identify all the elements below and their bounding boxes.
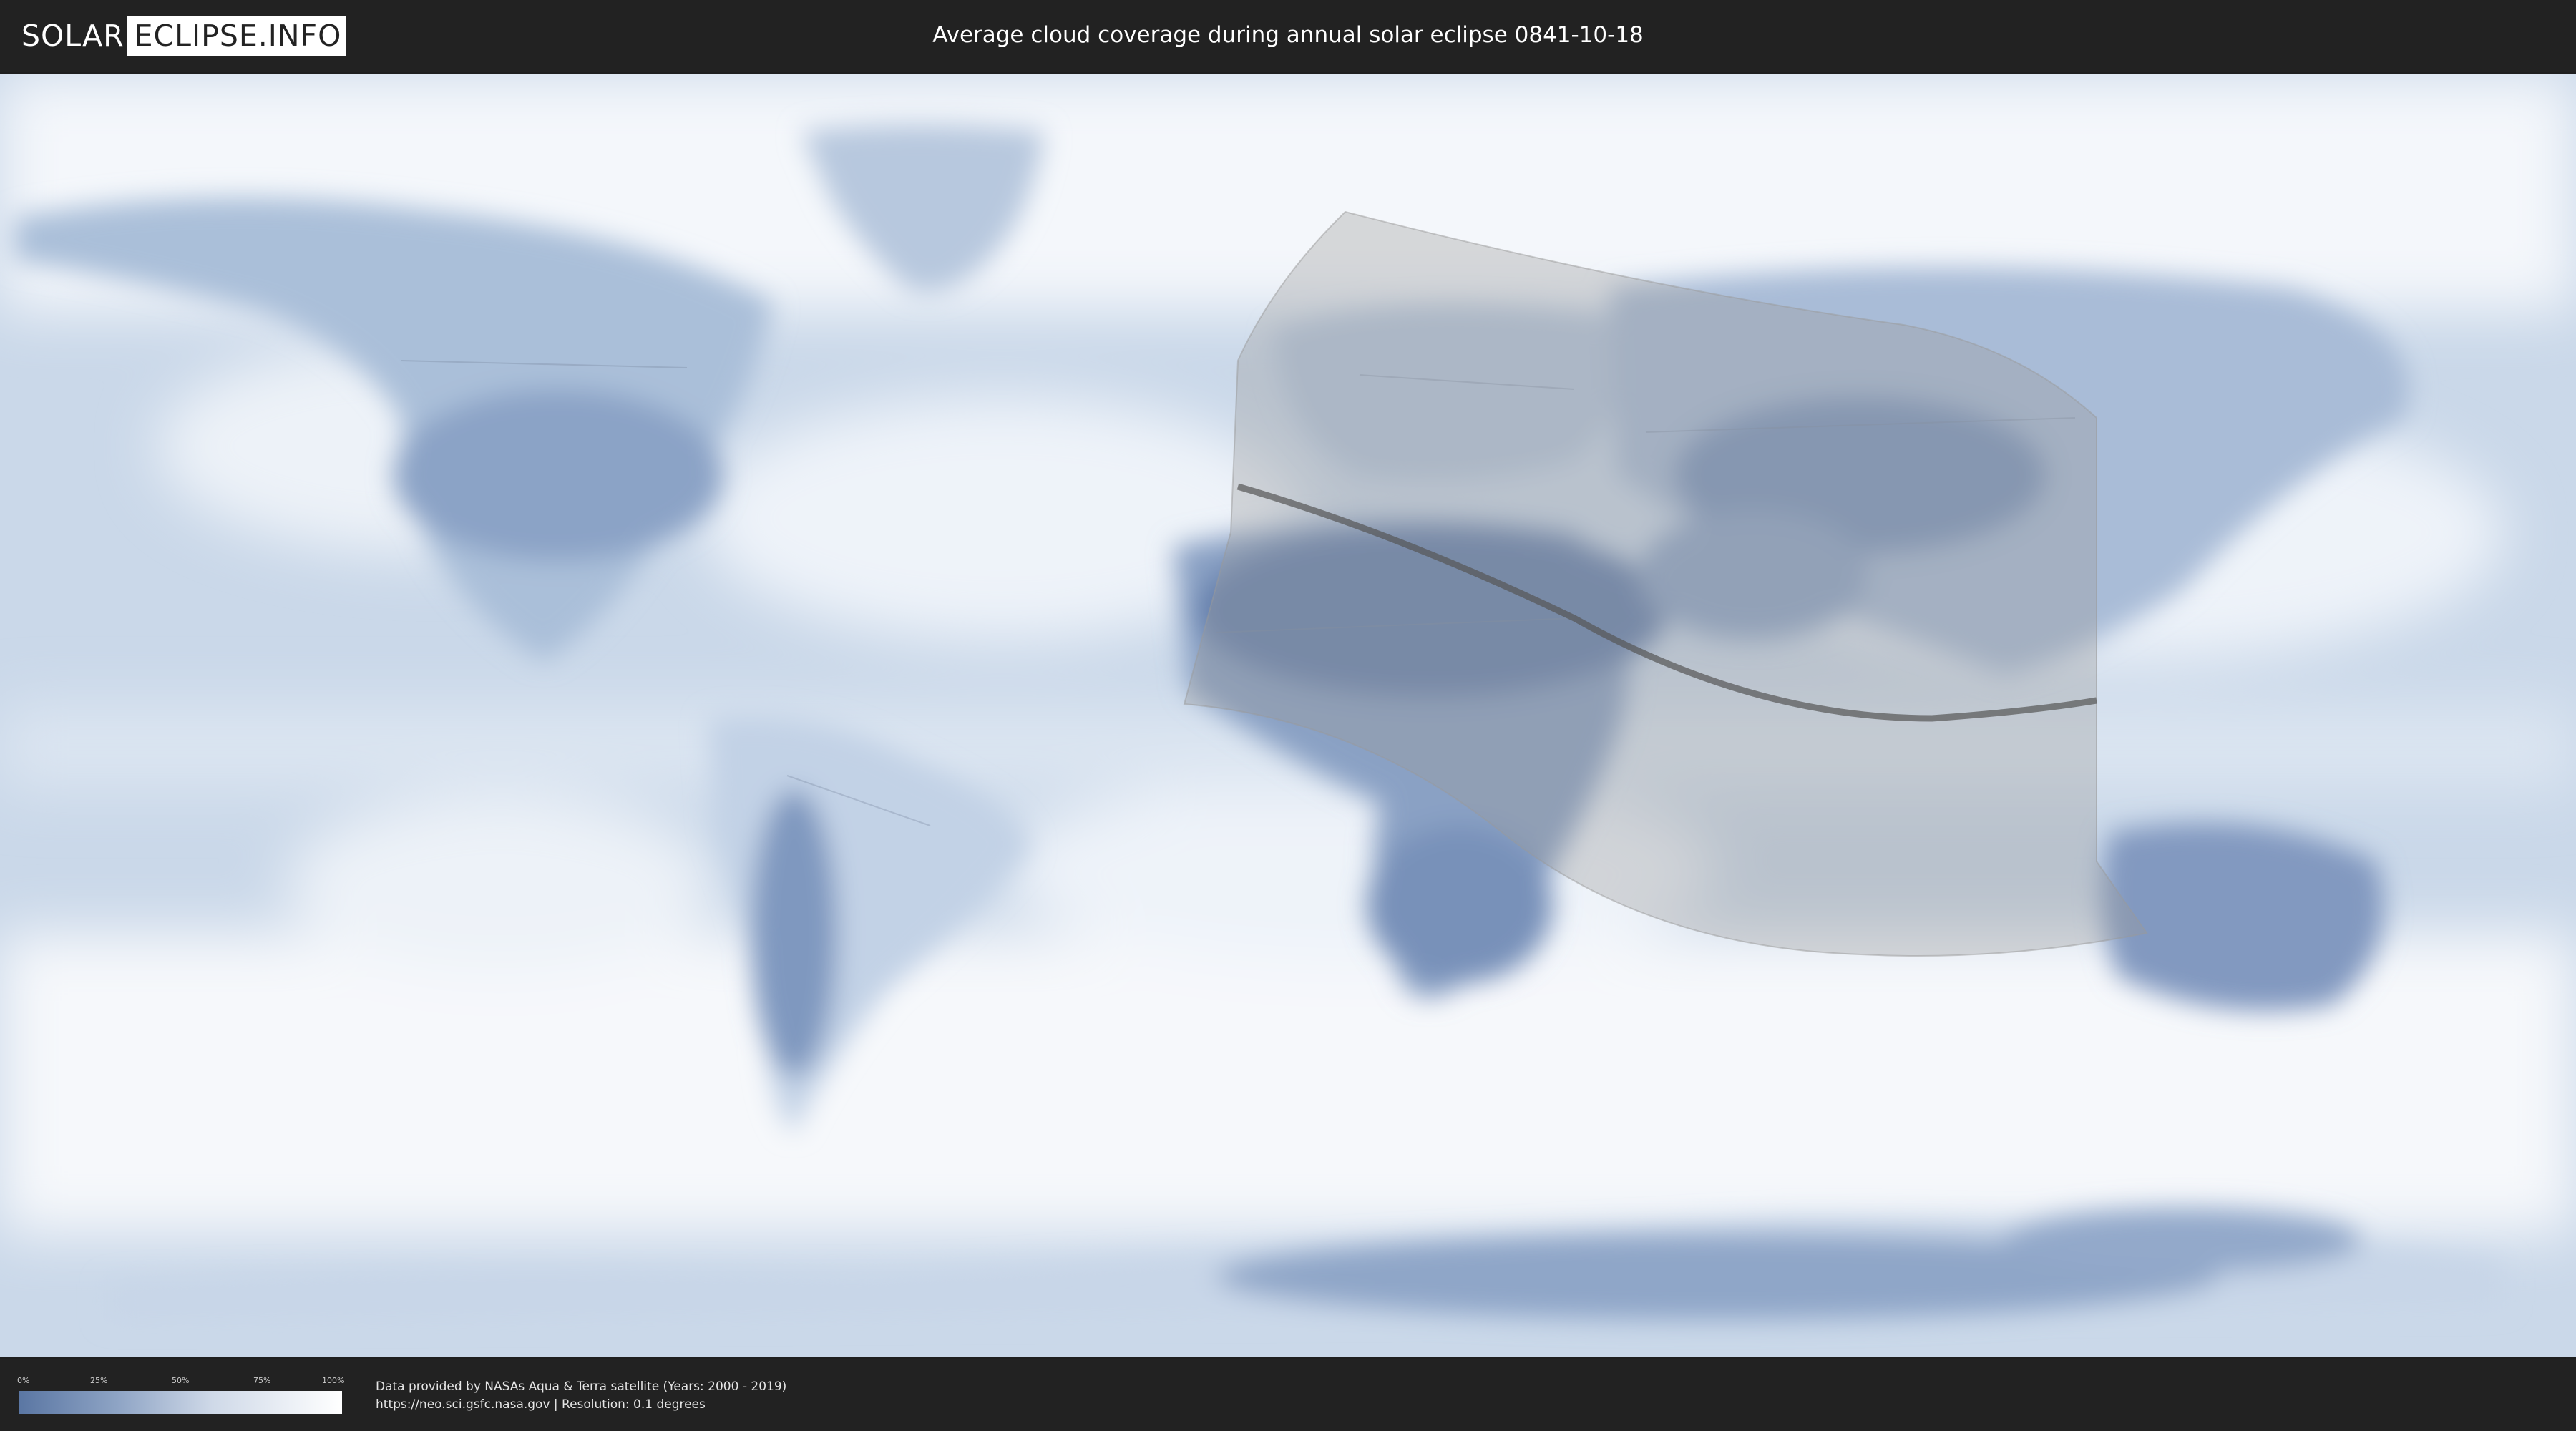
map-svg: [0, 74, 2576, 1357]
page-title: Average cloud coverage during annual sol…: [932, 22, 1644, 48]
legend-tick-50: 50%: [172, 1376, 190, 1385]
legend-tick-0: 0%: [17, 1376, 30, 1385]
data-source-url: https://neo.sci.gsfc.nasa.gov | Resoluti…: [376, 1397, 706, 1412]
legend-tick-25: 25%: [90, 1376, 108, 1385]
data-credit-line: Data provided by NASAs Aqua & Terra sate…: [376, 1379, 787, 1394]
cloud-coverage-map[interactable]: [0, 74, 2576, 1357]
footer-bar: [0, 1359, 2576, 1431]
legend-tick-100: 100%: [322, 1376, 345, 1385]
cloud-coverage-legend-bar: [19, 1391, 342, 1414]
legend-tick-75: 75%: [253, 1376, 271, 1385]
